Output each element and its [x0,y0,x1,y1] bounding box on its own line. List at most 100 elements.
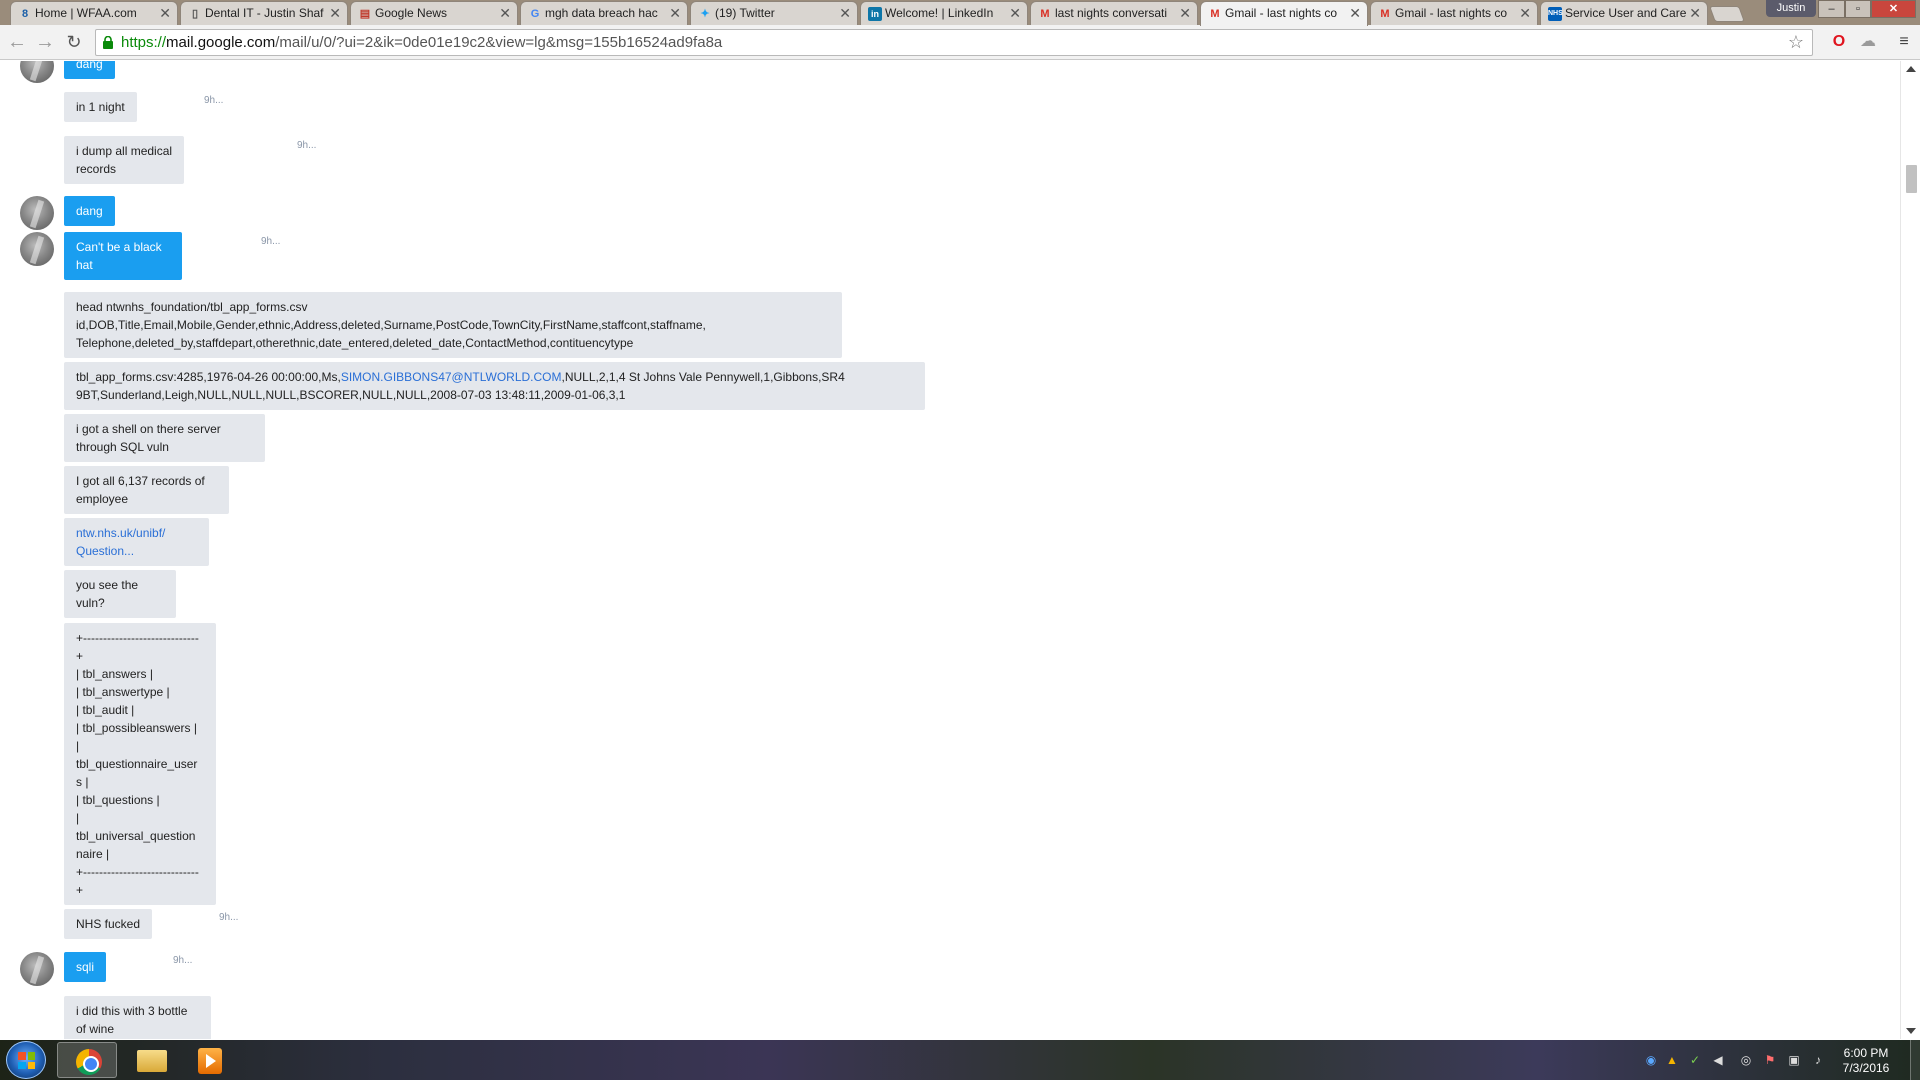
close-tab-icon[interactable]: ✕ [839,2,851,25]
chat-bubble-sent: sqli [64,952,107,982]
tab-title: mgh data breach hac [545,6,658,20]
tab-google-news[interactable]: ▤ Google News ✕ [350,1,518,25]
url-host: mail.google.com [166,34,276,51]
message-text: NHS fucked [76,917,141,931]
folder-icon [137,1050,167,1072]
close-tab-icon[interactable]: ✕ [1009,2,1021,25]
new-tab-button[interactable] [1709,6,1745,22]
menu-icon[interactable]: ≡ [1894,32,1914,52]
back-button[interactable]: ← [6,31,28,53]
tab-twitter[interactable]: ✦ (19) Twitter ✕ [690,1,858,25]
screen: 8 Home | WFAA.com ✕ ▯ Dental IT - Justin… [0,0,1920,1080]
tray-volume-icon[interactable]: ♪ [1810,1052,1826,1068]
taskbar-media-player[interactable] [180,1042,240,1078]
forward-button[interactable]: → [34,31,56,53]
tab-gmail-active[interactable]: M Gmail - last nights co ✕ [1200,1,1368,26]
maximize-button[interactable]: ▫ [1845,0,1871,18]
close-tab-icon[interactable]: ✕ [1519,2,1531,25]
wfaa-icon: 8 [21,8,29,20]
chat-bubble-received: tbl_app_forms.csv:4285,1976-04-26 00:00:… [64,362,925,410]
reload-button[interactable]: ↻ [63,31,85,53]
close-tab-icon[interactable]: ✕ [159,2,171,25]
conversation-view: dang in 1 night 9h... i dump all medical… [0,61,1900,1039]
close-window-button[interactable]: ✕ [1871,0,1916,18]
message-text: dang [76,61,103,71]
tab-title: Welcome! | LinkedIn [885,6,994,20]
start-button[interactable] [6,1041,46,1079]
clock-time: 6:00 PM [1843,1046,1889,1060]
windows-logo-icon [18,1052,35,1069]
profile-badge[interactable]: Justin [1766,0,1816,17]
address-bar[interactable]: https://mail.google.com/mail/u/0/?ui=2&i… [95,29,1813,56]
taskbar-file-explorer[interactable] [121,1042,181,1078]
message-text: i did this with 3 bottle of wine [76,1004,188,1036]
browser-tab-strip: 8 Home | WFAA.com ✕ ▯ Dental IT - Justin… [0,0,1920,26]
opera-extension-icon[interactable]: O [1829,32,1849,52]
chat-bubble-received: in 1 night [64,92,137,122]
page-scrollbar[interactable] [1900,61,1920,1039]
message-timestamp: 9h... [173,955,193,966]
chat-bubble-received: ntw.nhs.uk/unibf/ Question... [64,518,209,566]
tray-action-center-icon[interactable]: ⚑ [1762,1052,1778,1068]
system-clock[interactable]: 6:00 PM 7/3/2016 [1826,1046,1906,1076]
scroll-down-arrow-icon[interactable] [1906,1028,1916,1034]
tab-linkedin[interactable]: in Welcome! | LinkedIn ✕ [860,1,1028,25]
message-text: +----------------------------- + | tbl_a… [76,631,199,897]
close-tab-icon[interactable]: ✕ [499,2,511,25]
url-link[interactable]: ntw.nhs.uk/unibf/ Question... [76,526,165,558]
tab-dental-it[interactable]: ▯ Dental IT - Justin Shaf ✕ [180,1,348,25]
tray-chrome-icon[interactable]: ◎ [1738,1052,1754,1068]
chat-bubble-received: i got a shell on there server through SQ… [64,414,265,462]
message-timestamp: 9h... [204,95,224,106]
avatar [20,196,54,230]
message-text: i dump all medical records [76,144,173,176]
chat-bubble-received: I got all 6,137 records of employee [64,466,229,514]
chat-bubble-sent: dang [64,61,115,79]
message-timestamp: 9h... [297,140,317,151]
chat-bubble-received: you see the vuln? [64,570,176,618]
close-tab-icon[interactable]: ✕ [1179,2,1191,25]
chat-bubble-received: +----------------------------- + | tbl_a… [64,623,216,905]
twitter-icon: ✦ [700,8,710,20]
url-path: /mail/u/0/?ui=2&ik=0de01e19c2&view=lg&ms… [275,34,723,51]
message-text: sqli [76,960,95,974]
scrollbar-thumb[interactable] [1906,165,1917,193]
avatar [20,61,54,83]
avatar [20,232,54,266]
tab-gmail-1[interactable]: M last nights conversati ✕ [1030,1,1198,25]
tray-network-check-icon[interactable]: ✓ [1687,1052,1703,1068]
gmail-icon: M [1210,8,1220,20]
news-icon: ▤ [359,8,371,20]
browser-toolbar: ← → ↻ https://mail.google.com/mail/u/0/?… [0,25,1920,60]
clock-date: 7/3/2016 [1842,1061,1890,1075]
close-tab-icon[interactable]: ✕ [1689,2,1701,25]
show-desktop-button[interactable] [1910,1040,1920,1080]
gmail-icon: M [1040,8,1050,20]
linkedin-icon: in [868,7,882,21]
tray-flag-icon[interactable]: ◀ [1710,1052,1726,1068]
tab-wfaa[interactable]: 8 Home | WFAA.com ✕ [10,1,178,25]
tab-nhs-service[interactable]: NHS Service User and Care ✕ [1540,1,1708,25]
close-tab-icon[interactable]: ✕ [1349,2,1361,25]
tab-title: Service User and Care [1565,6,1687,20]
tab-title: Home | WFAA.com [35,6,137,20]
close-tab-icon[interactable]: ✕ [669,2,681,25]
scroll-up-arrow-icon[interactable] [1906,66,1916,72]
tab-gmail-3[interactable]: M Gmail - last nights co ✕ [1370,1,1538,25]
close-tab-icon[interactable]: ✕ [329,2,341,25]
bookmark-star-icon[interactable]: ☆ [1788,32,1804,53]
tray-network-icon[interactable]: ▣ [1786,1052,1802,1068]
minimize-button[interactable]: – [1818,0,1845,18]
url-text: https://mail.google.com/mail/u/0/?ui=2&i… [121,30,722,55]
tray-outlook-icon[interactable]: ◉ [1643,1052,1659,1068]
tray-drive-icon[interactable]: ▲ [1664,1052,1680,1068]
tab-title: Google News [375,6,448,20]
chat-bubble-received: NHS fucked [64,909,153,939]
message-timestamp: 9h... [219,912,239,923]
url-scheme: https:// [121,34,167,51]
email-link[interactable]: SIMON.GIBBONS47@NTLWORLD.COM [341,370,562,384]
tab-google-search[interactable]: G mgh data breach hac ✕ [520,1,688,25]
taskbar-chrome[interactable] [57,1042,117,1078]
media-player-icon [198,1048,222,1074]
cloud-extension-icon[interactable]: ☁ [1858,32,1878,52]
